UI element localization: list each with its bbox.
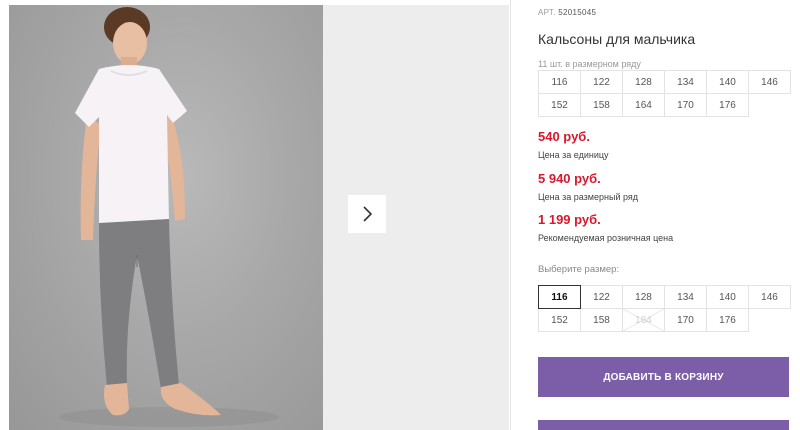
choose-size-label: Выберите размер: <box>538 264 620 275</box>
add-to-cart-button[interactable]: ДОБАВИТЬ В КОРЗИНУ <box>538 357 789 397</box>
size-selector: 116 122 128 134 140 146 152 158 164 170 176 <box>538 285 791 332</box>
product-gallery <box>9 5 509 430</box>
size-row-cell: 140 <box>706 70 749 94</box>
price-row-label: Цена за размерный ряд <box>538 192 639 202</box>
size-row-cell: 176 <box>706 93 749 117</box>
sku-value: 52015045 <box>558 8 597 17</box>
size-row-hint: 11 шт. в размерном ряду <box>538 59 641 69</box>
size-row-cell: 128 <box>622 70 665 94</box>
price-retail-label: Рекомендуемая розничная цена <box>538 233 674 243</box>
product-photo <box>9 5 323 430</box>
product-info-panel: АРТ. 52015045 Кальсоны для мальчика 11 ш… <box>538 0 800 430</box>
size-option-164: 164 <box>622 308 665 332</box>
size-option-152[interactable]: 152 <box>538 308 581 332</box>
panel-divider <box>510 0 511 430</box>
sku: АРТ. 52015045 <box>538 8 596 17</box>
price-unit-label: Цена за единицу <box>538 150 609 160</box>
gallery-next-button[interactable] <box>348 195 386 233</box>
size-row-cell: 116 <box>538 70 581 94</box>
size-option-128[interactable]: 128 <box>622 285 665 309</box>
size-option-122[interactable]: 122 <box>580 285 623 309</box>
boy-model-image <box>59 7 279 427</box>
size-row-grid: 116 122 128 134 140 146 152 158 164 170 176 <box>538 70 791 117</box>
size-option-158[interactable]: 158 <box>580 308 623 332</box>
size-row-cell: 164 <box>622 93 665 117</box>
secondary-action-button[interactable] <box>538 420 789 430</box>
price-retail: 1 199 руб. <box>538 212 601 227</box>
size-row-cell: 170 <box>664 93 707 117</box>
size-option-140[interactable]: 140 <box>706 285 749 309</box>
sku-label: АРТ. <box>538 8 556 17</box>
size-row-cell: 152 <box>538 93 581 117</box>
price-unit: 540 руб. <box>538 129 590 144</box>
size-option-176[interactable]: 176 <box>706 308 749 332</box>
size-option-134[interactable]: 134 <box>664 285 707 309</box>
size-row-cell: 158 <box>580 93 623 117</box>
size-row-cell: 134 <box>664 70 707 94</box>
size-option-170[interactable]: 170 <box>664 308 707 332</box>
size-row-cell: 146 <box>748 70 791 94</box>
size-option-116[interactable]: 116 <box>538 285 581 309</box>
chevron-right-icon <box>363 206 373 222</box>
product-title: Кальсоны для мальчика <box>538 31 696 47</box>
price-row: 5 940 руб. <box>538 171 601 186</box>
size-row-cell: 122 <box>580 70 623 94</box>
size-option-146[interactable]: 146 <box>748 285 791 309</box>
